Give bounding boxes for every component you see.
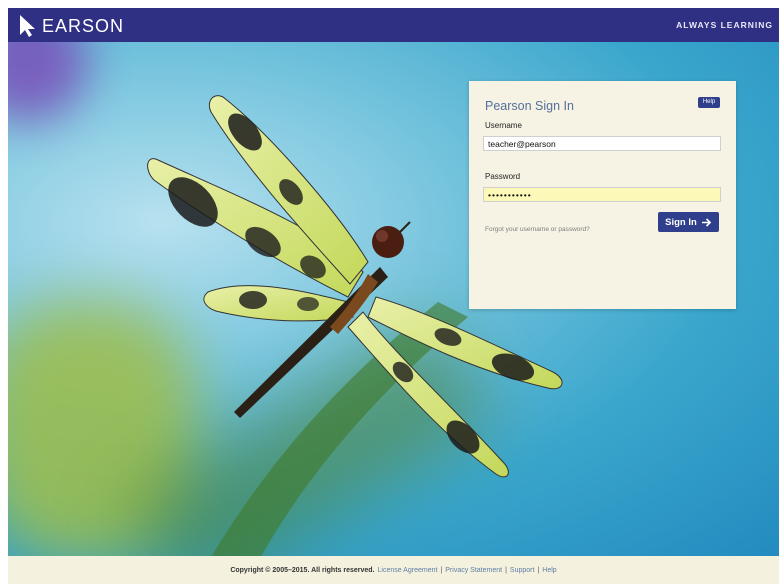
sign-in-button[interactable]: Sign In — [658, 212, 719, 232]
sign-in-panel: Pearson Sign In Help Username teacher@pe… — [469, 81, 736, 309]
support-link[interactable]: Support — [510, 567, 535, 574]
sign-in-title: Pearson Sign In — [485, 99, 574, 113]
footer: Copyright © 2005–2015. All rights reserv… — [8, 556, 779, 584]
logo-text: EARSON — [42, 15, 125, 36]
copyright-text: Copyright © 2005–2015. All rights reserv… — [230, 566, 375, 574]
footer-separator: | — [440, 566, 443, 574]
sign-in-button-label: Sign In — [665, 216, 697, 228]
username-input[interactable]: teacher@pearson — [483, 136, 721, 151]
privacy-statement-link[interactable]: Privacy Statement — [445, 567, 502, 574]
help-button[interactable]: Help — [698, 97, 720, 108]
pearson-logo-icon — [20, 15, 35, 37]
license-agreement-link[interactable]: License Agreement — [378, 567, 438, 574]
tagline: ALWAYS LEARNING — [676, 20, 773, 30]
pearson-logo[interactable]: EARSON — [18, 14, 124, 38]
help-link[interactable]: Help — [542, 567, 556, 574]
top-header: EARSON ALWAYS LEARNING — [8, 8, 779, 42]
arrow-right-icon — [701, 217, 712, 227]
password-input[interactable]: ••••••••••• — [483, 187, 721, 202]
forgot-credentials-link[interactable]: Forgot your username or password? — [485, 226, 590, 233]
password-label: Password — [485, 172, 521, 181]
footer-separator: | — [537, 566, 540, 574]
username-label: Username — [485, 121, 522, 130]
footer-separator: | — [505, 566, 507, 574]
